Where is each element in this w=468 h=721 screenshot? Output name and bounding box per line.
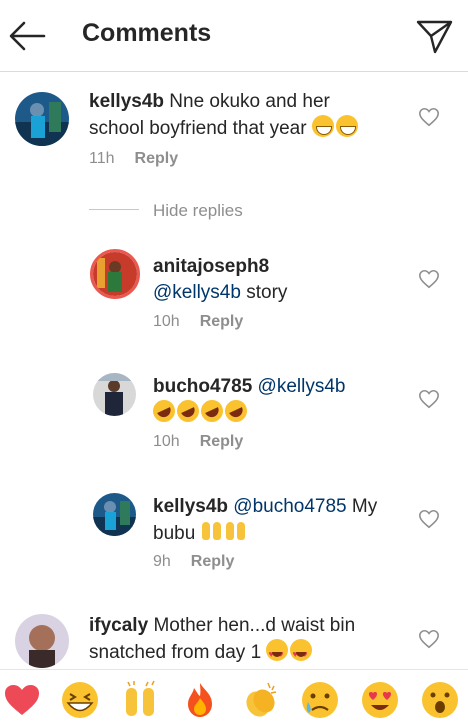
heart-eyes-icon	[266, 639, 289, 667]
clapping-hands-icon[interactable]	[240, 680, 280, 720]
rolling-laughing-icon	[221, 396, 251, 426]
heart-eyes-icon	[290, 639, 313, 667]
comment-username[interactable]: kellys4b	[89, 91, 164, 112]
reply-button[interactable]: Reply	[200, 433, 244, 450]
grinning-squinting-icon	[335, 115, 358, 137]
avatar[interactable]	[15, 614, 69, 668]
mention-link[interactable]: @bucho4785	[233, 496, 346, 517]
comment-body: My	[351, 496, 378, 517]
comment-text: anitajoseph8 @kellys4b story	[153, 254, 403, 306]
comment-username[interactable]: kellys4b	[153, 496, 228, 517]
grinning-squinting-icon[interactable]	[60, 680, 100, 720]
comment-body: Nne okuko and her	[169, 91, 330, 112]
mention-link[interactable]: @kellys4b	[153, 282, 241, 303]
comment-body-line2: snatched from day 1	[89, 642, 262, 663]
comment-username[interactable]: ifycaly	[89, 615, 148, 636]
comment-text: bucho4785 @kellys4b	[149, 374, 403, 427]
emoji-quick-bar	[0, 669, 468, 721]
like-heart-icon[interactable]	[418, 508, 440, 530]
open-mouth-icon[interactable]	[420, 680, 460, 720]
heart-eyes-icon[interactable]	[360, 680, 400, 720]
comment-time: 10h	[153, 313, 180, 330]
rolling-laughing-icon	[197, 396, 227, 426]
comment-meta: 10h Reply	[153, 433, 243, 451]
comment-text: kellys4b Nne okuko and her school boyfri…	[89, 89, 409, 142]
comment-text: kellys4b @bucho4785 My bubu	[153, 494, 403, 547]
rolling-laughing-icon	[173, 396, 203, 426]
comment-body-line2: school boyfriend that year	[89, 118, 307, 139]
avatar[interactable]	[15, 92, 69, 146]
avatar[interactable]	[90, 249, 140, 299]
comment-time: 11h	[89, 150, 115, 167]
comment-body-line2: bubu	[153, 523, 196, 544]
fire-icon[interactable]	[180, 680, 220, 720]
mention-link[interactable]: @kellys4b	[258, 376, 346, 397]
comment-meta: 10h Reply	[153, 313, 243, 331]
comment-username[interactable]: bucho4785	[153, 376, 252, 397]
avatar[interactable]	[93, 493, 136, 536]
like-heart-icon[interactable]	[418, 388, 440, 410]
hide-replies-divider	[89, 209, 139, 210]
comment-text: ifycaly Mother hen...d waist bin snatche…	[89, 613, 409, 667]
raising-hands-icon	[201, 520, 223, 542]
reply-button[interactable]: Reply	[191, 553, 235, 570]
top-bar: Comments	[0, 0, 468, 72]
raising-hands-icon	[225, 520, 247, 542]
like-heart-icon[interactable]	[418, 628, 440, 650]
raising-hands-icon[interactable]	[120, 680, 160, 720]
comment-body: Mother hen...d waist bin	[153, 615, 356, 636]
send-direct-icon[interactable]	[414, 16, 454, 56]
like-heart-icon[interactable]	[418, 268, 440, 290]
page-title: Comments	[82, 19, 212, 47]
back-arrow-icon[interactable]	[6, 16, 48, 56]
like-heart-icon[interactable]	[418, 106, 440, 128]
grinning-squinting-icon	[311, 115, 334, 137]
comment-body: story	[246, 282, 288, 303]
comment-meta: 11h Reply	[89, 150, 178, 168]
reply-button[interactable]: Reply	[200, 313, 244, 330]
red-heart-icon[interactable]	[2, 680, 42, 720]
comment-time: 9h	[153, 553, 171, 570]
comment-meta: 9h Reply	[153, 553, 234, 571]
avatar[interactable]	[93, 373, 136, 416]
hide-replies-button[interactable]: Hide replies	[153, 201, 243, 221]
comment-username[interactable]: anitajoseph8	[153, 256, 269, 277]
rolling-laughing-icon	[149, 396, 179, 426]
confused-face-icon[interactable]	[300, 680, 340, 720]
reply-button[interactable]: Reply	[135, 150, 179, 167]
comment-time: 10h	[153, 433, 180, 450]
